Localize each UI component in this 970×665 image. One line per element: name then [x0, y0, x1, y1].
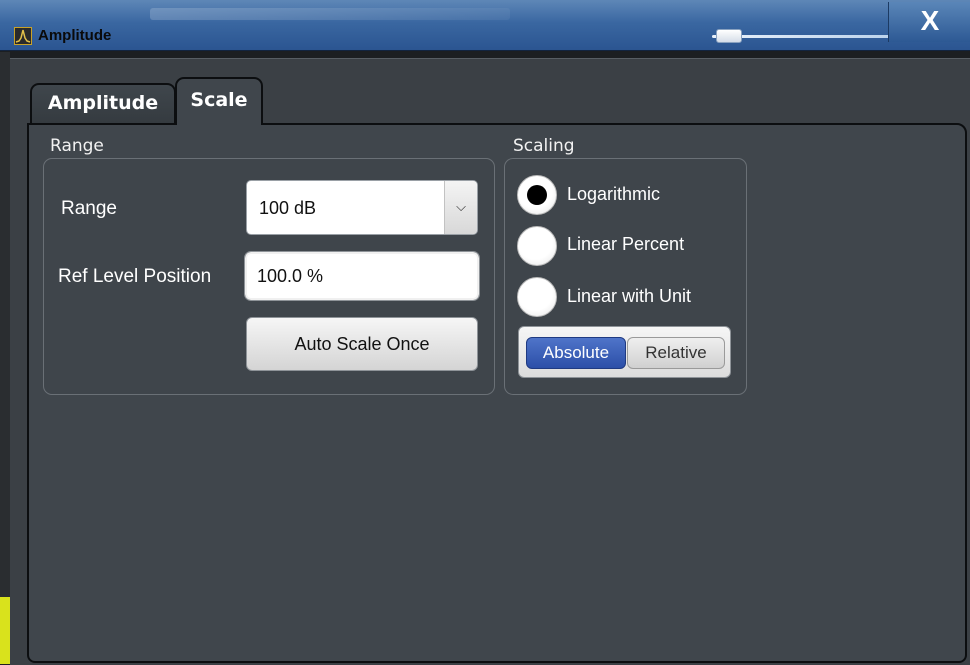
absolute-button[interactable]: Absolute [526, 337, 626, 369]
tab-scale[interactable]: Scale [175, 77, 263, 125]
linear-with-unit-label: Linear with Unit [567, 286, 692, 306]
radio-logarithmic[interactable] [517, 175, 557, 215]
window-titlebar: Amplitude X [0, 0, 970, 51]
absolute-relative-toggle: Absolute Relative [518, 326, 731, 378]
radio-linear-percent[interactable] [517, 226, 557, 266]
spectrum-analyzer-icon [14, 27, 32, 45]
ref-level-position-label: Ref Level Position [58, 266, 212, 287]
radio-linear-with-unit[interactable] [517, 277, 557, 317]
auto-scale-once-button[interactable]: Auto Scale Once [246, 317, 478, 371]
left-edge [0, 52, 10, 664]
range-label: Range [61, 198, 117, 219]
logarithmic-label: Logarithmic [567, 184, 661, 204]
range-dropdown[interactable]: 100 dB ⌵ [246, 180, 478, 235]
left-edge-marker [0, 597, 10, 664]
chevron-down-icon[interactable]: ⌵ [444, 181, 477, 234]
close-button[interactable]: X [888, 2, 970, 42]
tab-amplitude[interactable]: Amplitude [30, 83, 176, 123]
titlebar-background-text [150, 8, 510, 20]
transparency-slider-thumb[interactable] [716, 29, 742, 43]
range-group-title: Range [50, 136, 104, 156]
scaling-group-title: Scaling [513, 136, 575, 156]
linear-percent-label: Linear Percent [567, 234, 685, 254]
relative-button[interactable]: Relative [627, 337, 725, 369]
range-value: 100 dB [259, 198, 317, 218]
ref-level-position-value: 100.0 % [257, 266, 324, 286]
ref-level-position-field[interactable]: 100.0 % [244, 251, 480, 301]
radio-selected-dot [527, 185, 547, 205]
window-title: Amplitude [38, 27, 112, 44]
